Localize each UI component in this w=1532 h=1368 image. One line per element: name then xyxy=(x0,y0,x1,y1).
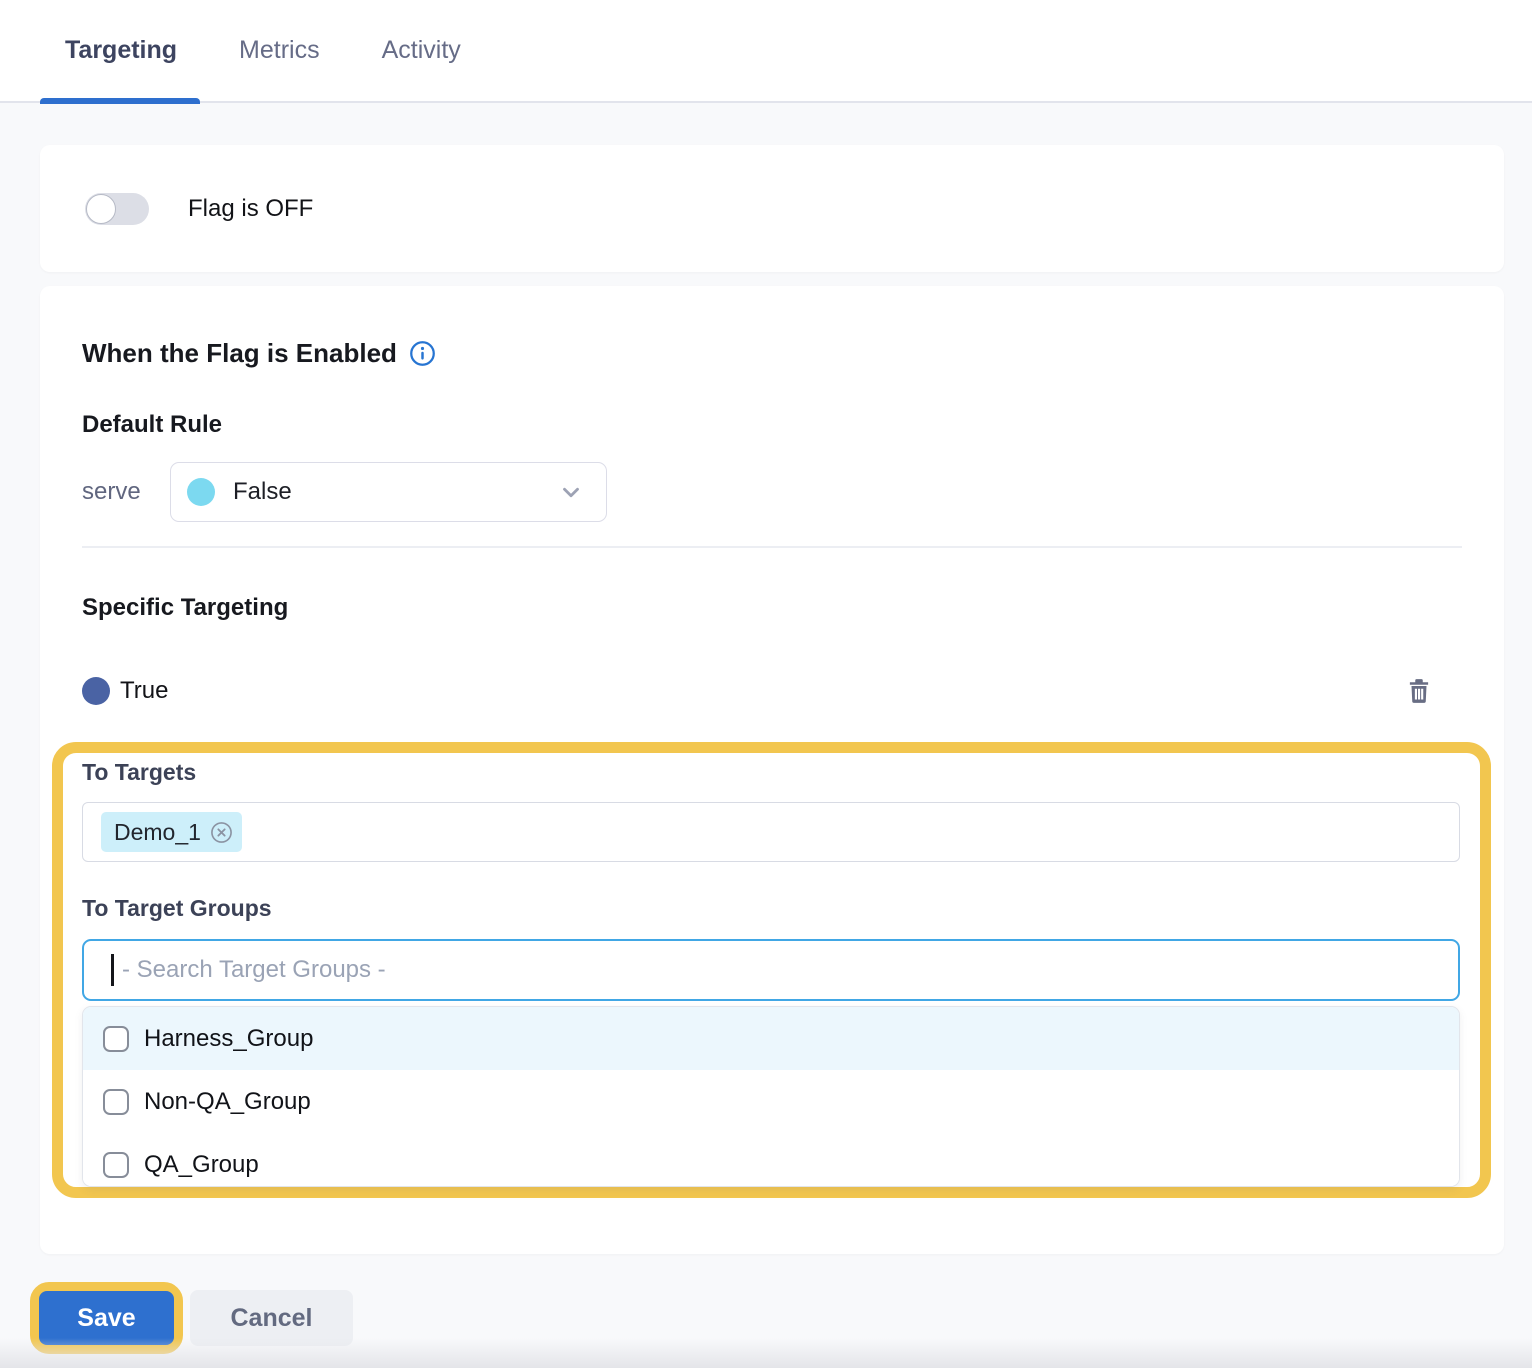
feature-flag-targeting-screen: Targeting Metrics Activity Flag is OFF W… xyxy=(0,0,1532,1368)
tab-targeting[interactable]: Targeting xyxy=(65,0,177,102)
true-variation-row: True xyxy=(82,676,1462,706)
to-targets-label: To Targets xyxy=(82,759,1460,787)
variation-false-dot xyxy=(187,478,215,506)
dropdown-option-harness-group[interactable]: Harness_Group xyxy=(83,1007,1459,1070)
default-variation-value: False xyxy=(233,478,292,506)
dropdown-option-label: QA_Group xyxy=(144,1151,259,1179)
dropdown-option-non-qa-group[interactable]: Non-QA_Group xyxy=(83,1070,1459,1133)
tab-bar: Targeting Metrics Activity xyxy=(0,0,1532,103)
text-cursor xyxy=(111,954,114,986)
dropdown-option-label: Non-QA_Group xyxy=(144,1088,311,1116)
chevron-down-icon xyxy=(558,479,584,505)
target-chip: Demo_1 xyxy=(101,812,242,852)
delete-rule-button[interactable] xyxy=(1404,676,1434,706)
flag-toggle[interactable] xyxy=(85,193,149,225)
dropdown-option-label: Harness_Group xyxy=(144,1025,313,1053)
section-divider xyxy=(82,546,1462,548)
tab-activity-label: Activity xyxy=(382,36,461,65)
toggle-knob xyxy=(86,194,116,224)
tab-metrics-label: Metrics xyxy=(239,36,320,65)
serve-label: serve xyxy=(82,478,170,506)
flag-state-card: Flag is OFF xyxy=(40,145,1504,272)
targets-input[interactable]: Demo_1 xyxy=(82,802,1460,862)
save-button[interactable]: Save xyxy=(39,1291,174,1345)
section-title-text: When the Flag is Enabled xyxy=(82,338,397,369)
form-actions: Save Cancel xyxy=(30,1282,1532,1354)
checkbox-harness-group[interactable] xyxy=(103,1026,129,1052)
remove-target-icon[interactable] xyxy=(210,821,233,844)
tab-targeting-label: Targeting xyxy=(65,36,177,65)
target-groups-search-input[interactable] xyxy=(82,939,1460,1001)
section-title: When the Flag is Enabled xyxy=(82,338,1462,369)
cancel-button[interactable]: Cancel xyxy=(190,1290,353,1346)
default-rule-heading: Default Rule xyxy=(82,411,1462,439)
targets-highlight-zone: To Targets Demo_1 To Target Groups xyxy=(52,742,1491,1198)
tab-activity[interactable]: Activity xyxy=(382,0,461,102)
variation-true-label: True xyxy=(120,677,168,705)
target-chip-label: Demo_1 xyxy=(114,819,201,846)
target-groups-dropdown: Harness_Group Non-QA_Group QA_Group xyxy=(82,1006,1460,1187)
default-variation-select[interactable]: False xyxy=(170,462,607,522)
checkbox-non-qa-group[interactable] xyxy=(103,1089,129,1115)
to-target-groups-label: To Target Groups xyxy=(82,895,1460,923)
flag-state-label: Flag is OFF xyxy=(188,195,313,223)
info-icon[interactable] xyxy=(409,340,436,367)
targeting-rules-card: When the Flag is Enabled Default Rule se… xyxy=(40,286,1504,1254)
tab-metrics[interactable]: Metrics xyxy=(239,0,320,102)
variation-true-dot xyxy=(82,677,110,705)
checkbox-qa-group[interactable] xyxy=(103,1152,129,1178)
specific-targeting-heading: Specific Targeting xyxy=(82,594,1462,622)
save-highlight-ring: Save xyxy=(30,1282,183,1354)
target-groups-search-wrap xyxy=(82,939,1460,1001)
default-rule-serve-row: serve False xyxy=(82,462,1462,522)
dropdown-option-qa-group[interactable]: QA_Group xyxy=(83,1133,1459,1187)
